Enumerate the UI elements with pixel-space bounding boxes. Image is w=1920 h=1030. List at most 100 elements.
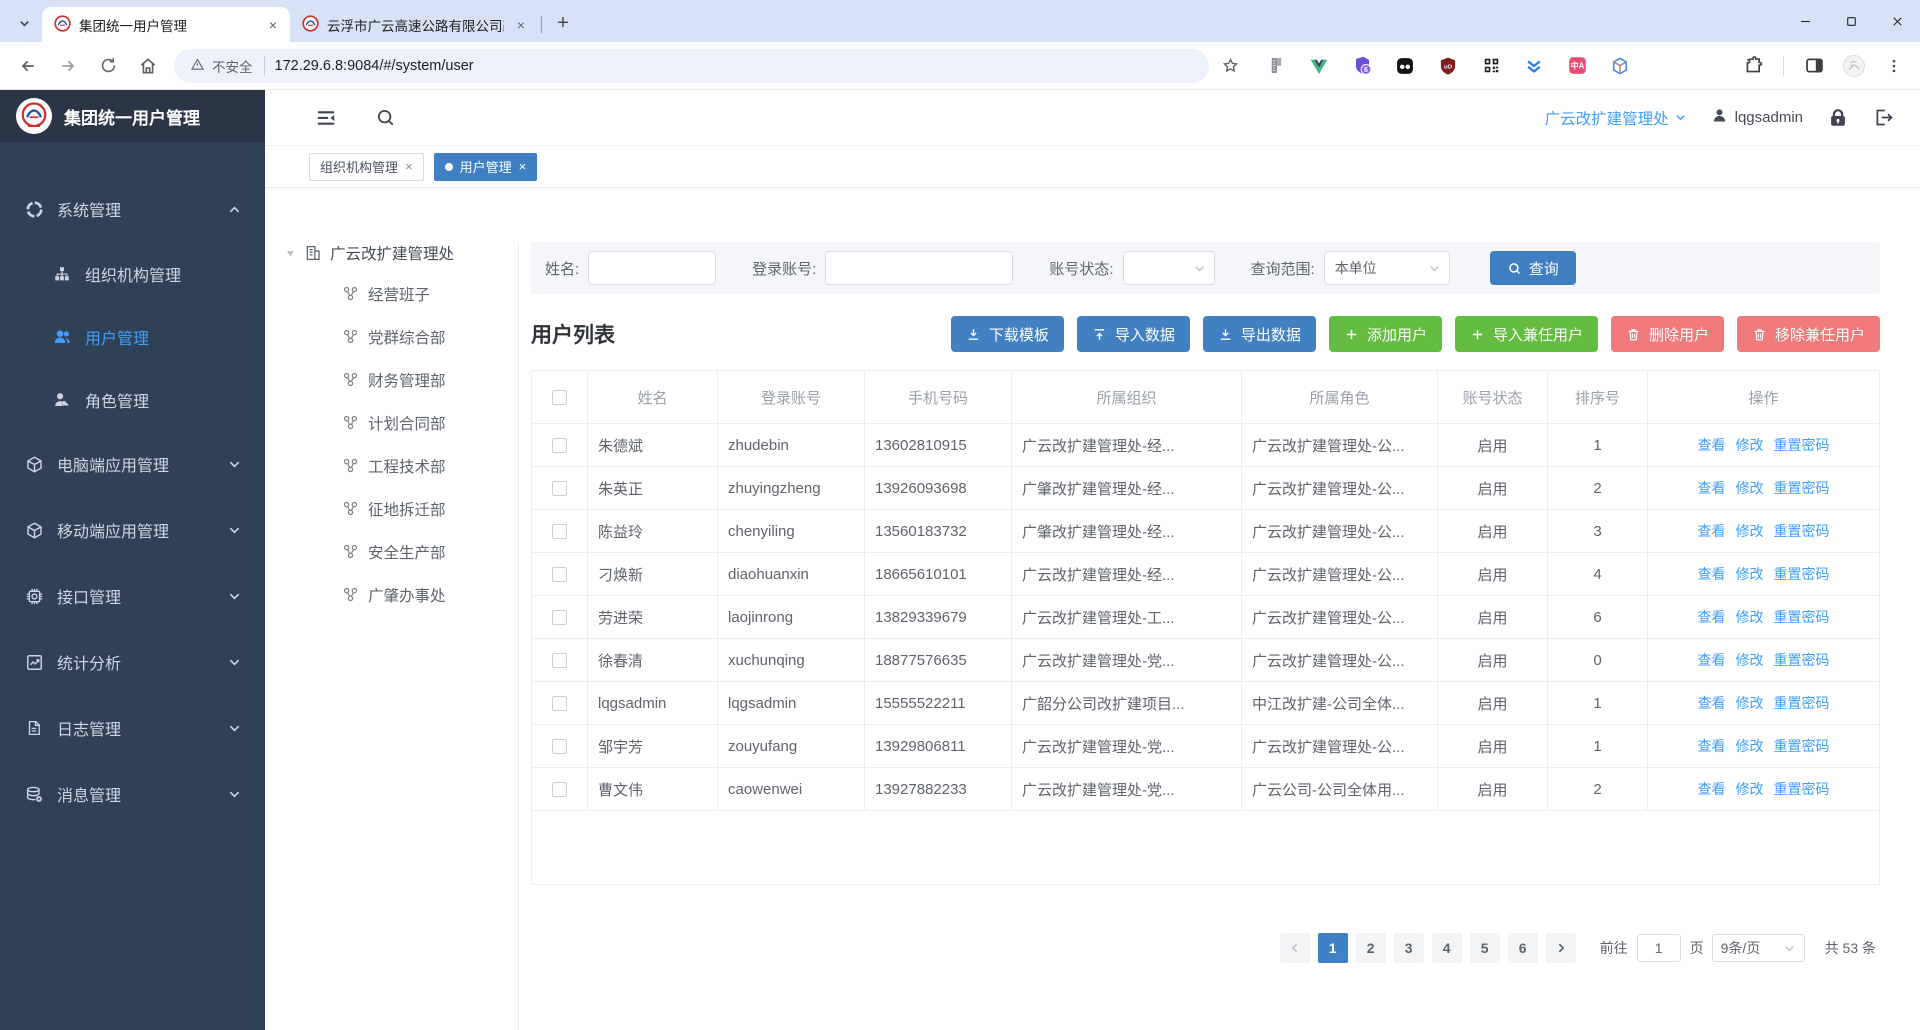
tree-node[interactable]: 财务管理部 xyxy=(285,358,518,401)
tab-search-chevron-icon[interactable] xyxy=(10,9,38,37)
kebab-menu-icon[interactable] xyxy=(1880,52,1908,80)
op-view-link[interactable]: 查看 xyxy=(1698,781,1726,797)
row-checkbox[interactable] xyxy=(552,610,567,626)
op-edit-link[interactable]: 修改 xyxy=(1736,781,1764,797)
sidebar-item-user-management[interactable]: 用户管理 xyxy=(0,305,265,368)
tab-close-icon[interactable]: × xyxy=(264,16,282,34)
tree-node[interactable]: 安全生产部 xyxy=(285,530,518,573)
op-edit-link[interactable]: 修改 xyxy=(1736,738,1764,754)
op-view-link[interactable]: 查看 xyxy=(1698,738,1726,754)
delete-user-button[interactable]: 删除用户 xyxy=(1610,316,1724,352)
remove-concurrent-user-button[interactable]: 移除兼任用户 xyxy=(1736,316,1880,352)
back-button[interactable] xyxy=(11,49,45,83)
lock-screen-button[interactable] xyxy=(1827,107,1849,129)
page-5-button[interactable]: 5 xyxy=(1469,933,1500,963)
row-checkbox[interactable] xyxy=(552,524,567,540)
op-reset-password-link[interactable]: 重置密码 xyxy=(1774,738,1830,754)
op-view-link[interactable]: 查看 xyxy=(1698,652,1726,668)
page-1-button[interactable]: 1 xyxy=(1317,933,1348,963)
new-tab-button[interactable]: + xyxy=(549,9,577,37)
goto-page-input[interactable] xyxy=(1636,934,1681,962)
qr-code-extension-icon[interactable] xyxy=(1480,55,1502,77)
address-bar[interactable]: 不安全 172.29.6.8:9084/#/system/user xyxy=(174,48,1209,83)
page-2-button[interactable]: 2 xyxy=(1355,933,1386,963)
translate-extension-icon[interactable]: 中A xyxy=(1566,55,1588,77)
home-button[interactable] xyxy=(131,49,165,83)
side-panel-icon[interactable] xyxy=(1800,52,1828,80)
row-checkbox[interactable] xyxy=(552,653,567,669)
op-edit-link[interactable]: 修改 xyxy=(1736,480,1764,496)
op-view-link[interactable]: 查看 xyxy=(1698,480,1726,496)
browser-tab-active[interactable]: 集团统一用户管理 × xyxy=(42,7,290,42)
op-edit-link[interactable]: 修改 xyxy=(1736,437,1764,453)
tree-root-node[interactable]: 广云改扩建管理处 xyxy=(285,242,518,264)
org-switcher[interactable]: 广云改扩建管理处 xyxy=(1545,107,1687,129)
op-view-link[interactable]: 查看 xyxy=(1698,523,1726,539)
op-reset-password-link[interactable]: 重置密码 xyxy=(1774,523,1830,539)
account-filter-input[interactable] xyxy=(825,251,1014,285)
page-size-select[interactable]: 9条/页 xyxy=(1711,934,1805,962)
op-reset-password-link[interactable]: 重置密码 xyxy=(1774,781,1830,797)
collapse-sidebar-icon[interactable] xyxy=(315,107,337,129)
name-filter-input[interactable] xyxy=(588,251,717,285)
row-checkbox[interactable] xyxy=(552,481,567,497)
select-all-checkbox[interactable] xyxy=(552,390,567,406)
tree-node[interactable]: 工程技术部 xyxy=(285,444,518,487)
add-user-button[interactable]: 添加用户 xyxy=(1328,316,1442,352)
op-edit-link[interactable]: 修改 xyxy=(1736,609,1764,625)
sidebar-item-interface-management[interactable]: 接口管理 xyxy=(0,563,265,629)
sidebar-item-message-management[interactable]: 消息管理 xyxy=(0,761,265,827)
tree-expand-caret-icon[interactable] xyxy=(285,248,296,259)
security-status[interactable]: 不安全 xyxy=(190,55,265,76)
window-minimize-button[interactable] xyxy=(1782,0,1828,42)
row-checkbox[interactable] xyxy=(552,739,567,755)
forward-button[interactable] xyxy=(51,49,85,83)
window-maximize-button[interactable] xyxy=(1828,0,1874,42)
window-close-button[interactable] xyxy=(1874,0,1920,42)
op-edit-link[interactable]: 修改 xyxy=(1736,652,1764,668)
next-page-button[interactable] xyxy=(1545,933,1576,963)
browser-tab-inactive[interactable]: 云浮市广云高速公路有限公司改 × xyxy=(290,7,538,42)
op-reset-password-link[interactable]: 重置密码 xyxy=(1774,652,1830,668)
scope-filter-select[interactable]: 本单位 xyxy=(1323,251,1450,285)
row-checkbox[interactable] xyxy=(552,782,567,798)
tree-node[interactable]: 经营班子 xyxy=(285,272,518,315)
op-reset-password-link[interactable]: 重置密码 xyxy=(1774,437,1830,453)
op-edit-link[interactable]: 修改 xyxy=(1736,566,1764,582)
profile-avatar[interactable] xyxy=(1840,52,1868,80)
search-icon[interactable] xyxy=(375,107,396,128)
op-view-link[interactable]: 查看 xyxy=(1698,437,1726,453)
page-3-button[interactable]: 3 xyxy=(1393,933,1424,963)
puzzle-extensions-icon[interactable] xyxy=(1739,52,1767,80)
tree-node[interactable]: 广肇办事处 xyxy=(285,573,518,616)
op-reset-password-link[interactable]: 重置密码 xyxy=(1774,480,1830,496)
row-checkbox[interactable] xyxy=(552,438,567,454)
ruler-extension-icon[interactable] xyxy=(1265,55,1287,77)
prev-page-button[interactable] xyxy=(1279,933,1310,963)
import-concurrent-user-button[interactable]: 导入兼任用户 xyxy=(1454,316,1598,352)
sidebar-item-log-management[interactable]: 日志管理 xyxy=(0,695,265,761)
status-filter-select[interactable] xyxy=(1122,251,1215,285)
bookmark-star-icon[interactable] xyxy=(1215,51,1245,81)
current-user[interactable]: lqgsadmin xyxy=(1711,107,1803,128)
page-4-button[interactable]: 4 xyxy=(1431,933,1462,963)
logout-button[interactable] xyxy=(1873,107,1894,128)
op-reset-password-link[interactable]: 重置密码 xyxy=(1774,566,1830,582)
sidebar-item-system-management[interactable]: 系统管理 xyxy=(0,176,265,242)
tree-node[interactable]: 计划合同部 xyxy=(285,401,518,444)
download-template-button[interactable]: 下载模板 xyxy=(950,316,1064,352)
blue-chevrons-extension-icon[interactable] xyxy=(1523,55,1545,77)
op-view-link[interactable]: 查看 xyxy=(1698,609,1726,625)
op-edit-link[interactable]: 修改 xyxy=(1736,695,1764,711)
cube-extension-icon[interactable] xyxy=(1609,55,1631,77)
row-checkbox[interactable] xyxy=(552,567,567,583)
tab-close-icon[interactable]: × xyxy=(512,16,530,34)
tree-node[interactable]: 党群综合部 xyxy=(285,315,518,358)
sidebar-item-org-management[interactable]: 组织机构管理 xyxy=(0,242,265,305)
panda-extension-icon[interactable] xyxy=(1394,55,1416,77)
page-6-button[interactable]: 6 xyxy=(1507,933,1538,963)
tag-close-icon[interactable]: × xyxy=(405,159,413,174)
reload-button[interactable] xyxy=(91,49,125,83)
op-reset-password-link[interactable]: 重置密码 xyxy=(1774,695,1830,711)
ublock-origin-icon[interactable]: uO xyxy=(1437,55,1459,77)
